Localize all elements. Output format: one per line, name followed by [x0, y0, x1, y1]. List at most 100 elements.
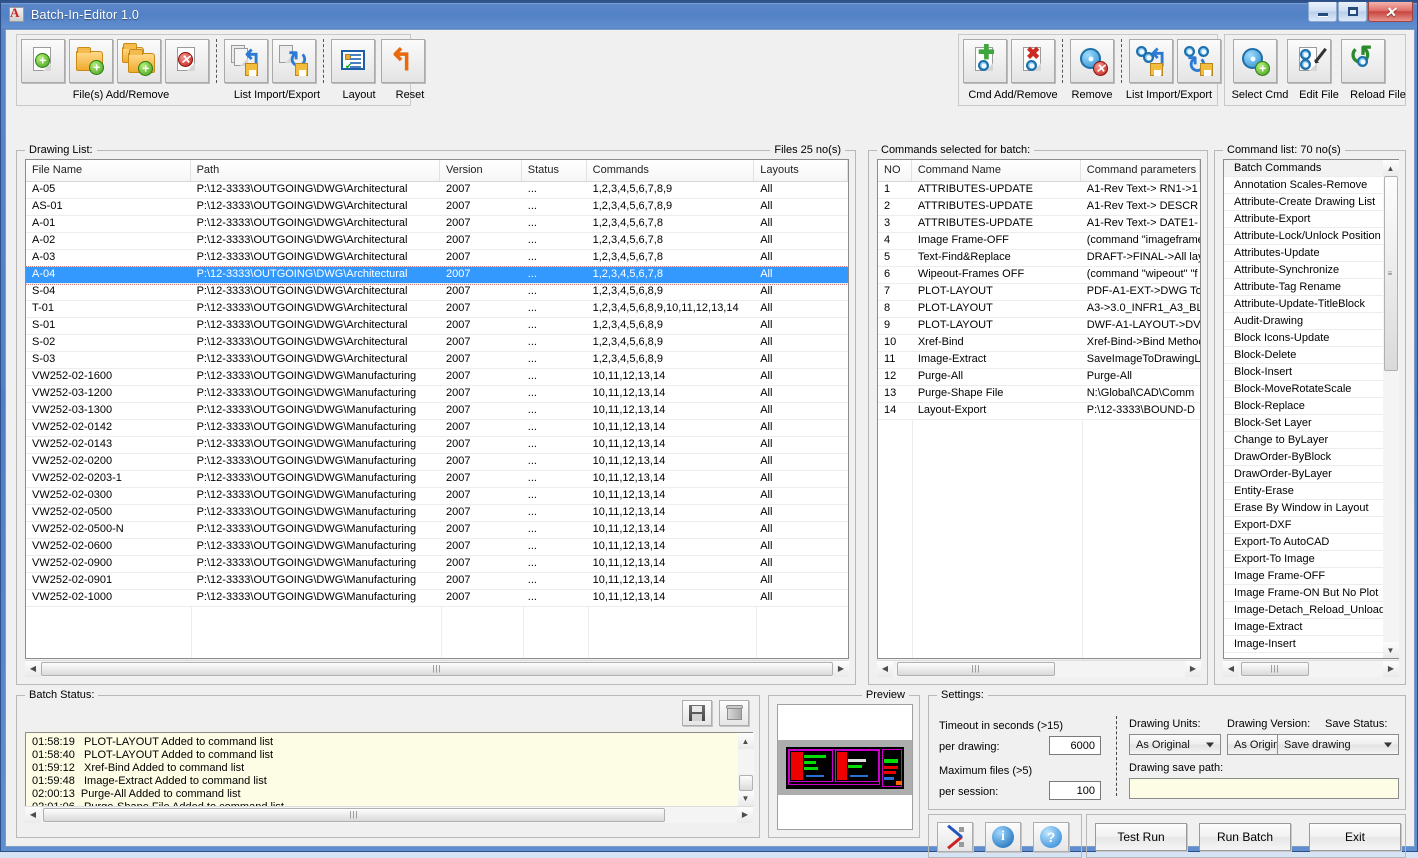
table-row[interactable]: VW252-02-0143 P:\12-3333\OUTGOING\DWG\Man…	[26, 437, 848, 454]
exit-button[interactable]: Exit	[1309, 823, 1401, 851]
save-status-select[interactable]: Save drawing	[1277, 734, 1399, 755]
scroll-down-icon[interactable]: ▼	[1382, 642, 1399, 658]
clear-log-button[interactable]	[719, 700, 749, 726]
edit-file-button[interactable]	[1287, 39, 1331, 83]
scroll-down-icon-2[interactable]: ▼	[737, 790, 754, 806]
table-row[interactable]: 6 Wipeout-Frames OFF (command "wipeout" "f	[878, 267, 1200, 284]
table-row[interactable]: S-01 P:\12-3333\OUTGOING\DWG\Architectura…	[26, 318, 848, 335]
test-run-button[interactable]: Test Run	[1095, 823, 1187, 851]
info-button[interactable]: i	[985, 822, 1021, 852]
list-item[interactable]: Attribute-Update-TitleBlock	[1224, 296, 1398, 313]
list-item[interactable]: Attribute-Synchronize	[1224, 262, 1398, 279]
table-row[interactable]: VW252-02-0901 P:\12-3333\OUTGOING\DWG\Man…	[26, 573, 848, 590]
scroll-left-icon-2[interactable]: ◀	[877, 660, 893, 677]
drawing-list-column-header[interactable]: Layouts	[754, 160, 848, 181]
list-item[interactable]: Block-Replace	[1224, 398, 1398, 415]
drawing-list-column-header[interactable]: Path	[190, 160, 440, 181]
list-item[interactable]: DrawOrder-ByLayer	[1224, 466, 1398, 483]
batch-status-vscrollbar[interactable]: ▲ ▼	[737, 733, 754, 806]
cmd-remove-button[interactable]: ✖	[1011, 39, 1055, 83]
scroll-left-icon-3[interactable]: ◀	[1223, 660, 1239, 677]
close-button[interactable]: ✕	[1368, 2, 1413, 22]
list-item[interactable]: Attribute-Create Drawing List	[1224, 194, 1398, 211]
table-row[interactable]: VW252-03-1300 P:\12-3333\OUTGOING\DWG\Man…	[26, 403, 848, 420]
list-item[interactable]: Block-Set Layer	[1224, 415, 1398, 432]
table-row[interactable]: VW252-02-0200 P:\12-3333\OUTGOING\DWG\Man…	[26, 454, 848, 471]
list-item[interactable]: Block-Insert	[1224, 364, 1398, 381]
scroll-left-icon-4[interactable]: ◀	[25, 806, 41, 823]
drawing-list-column-header[interactable]: Status	[521, 160, 587, 181]
list-item[interactable]: Erase By Window in Layout	[1224, 500, 1398, 517]
cmd-list-import-button[interactable]: ↰	[1129, 39, 1173, 83]
table-row[interactable]: 1 ATTRIBUTES-UPDATE A1-Rev Text-> RN1->1	[878, 182, 1200, 199]
table-row[interactable]: VW252-02-0142 P:\12-3333\OUTGOING\DWG\Man…	[26, 420, 848, 437]
drawing-list-column-header[interactable]: Commands	[586, 160, 755, 181]
table-row[interactable]: VW252-02-0300 P:\12-3333\OUTGOING\DWG\Man…	[26, 488, 848, 505]
scroll-right-icon-4[interactable]: ▶	[737, 806, 753, 823]
drawing-list-body[interactable]: A-05 P:\12-3333\OUTGOING\DWG\Architectura…	[26, 182, 848, 658]
table-row[interactable]: 7 PLOT-LAYOUT PDF-A1-EXT->DWG To	[878, 284, 1200, 301]
maxfiles-input[interactable]: 100	[1049, 781, 1101, 800]
table-row[interactable]: A-01 P:\12-3333\OUTGOING\DWG\Architectura…	[26, 216, 848, 233]
batch-status-log[interactable]: 01:58:19 PLOT-LAYOUT Added to command li…	[25, 732, 753, 814]
list-item[interactable]: Attribute-Lock/Unlock Position	[1224, 228, 1398, 245]
list-item[interactable]: Block-MoveRotateScale	[1224, 381, 1398, 398]
list-export-button[interactable]: ↻	[272, 39, 316, 83]
scroll-up-icon-2[interactable]: ▲	[737, 733, 754, 749]
add-folders-button[interactable]: +	[117, 39, 161, 83]
table-row[interactable]: A-05 P:\12-3333\OUTGOING\DWG\Architectura…	[26, 182, 848, 199]
table-row[interactable]: 11 Image-Extract SaveImageToDrawingL	[878, 352, 1200, 369]
list-item[interactable]: Entity-Erase	[1224, 483, 1398, 500]
commands-batch-column-header[interactable]: Command Name	[911, 160, 1081, 181]
drawing-units-select[interactable]: As Original	[1129, 734, 1221, 755]
remove-file-button[interactable]: ✕	[165, 39, 209, 83]
command-list-listbox[interactable]: Batch Commands Annotation Scales-Remove At…	[1223, 159, 1399, 659]
list-item[interactable]: Export-DXF	[1224, 517, 1398, 534]
list-item[interactable]: Export-To Image	[1224, 551, 1398, 568]
table-row[interactable]: VW252-02-0500 P:\12-3333\OUTGOING\DWG\Man…	[26, 505, 848, 522]
table-row[interactable]: VW252-02-0203-1 P:\12-3333\OUTGOING\DWG\M…	[26, 471, 848, 488]
table-row[interactable]: S-02 P:\12-3333\OUTGOING\DWG\Architectura…	[26, 335, 848, 352]
preview-canvas[interactable]	[777, 704, 913, 830]
batch-status-hscrollbar[interactable]: ◀ ||| ▶	[25, 806, 753, 823]
list-item[interactable]: Change to ByLayer	[1224, 432, 1398, 449]
cmd-add-button[interactable]: ✚	[963, 39, 1007, 83]
drawing-list-column-header[interactable]: File Name	[26, 160, 191, 181]
table-row[interactable]: 13 Purge-Shape File N:\Global\CAD\Comm	[878, 386, 1200, 403]
table-row[interactable]: VW252-02-0900 P:\12-3333\OUTGOING\DWG\Man…	[26, 556, 848, 573]
add-folder-button[interactable]: +	[69, 39, 113, 83]
table-row[interactable]: 12 Purge-All Purge-All	[878, 369, 1200, 386]
table-row[interactable]: 3 ATTRIBUTES-UPDATE A1-Rev Text-> DATE1-	[878, 216, 1200, 233]
list-item[interactable]: Image Frame-OFF	[1224, 568, 1398, 585]
list-item[interactable]: Block-Delete	[1224, 347, 1398, 364]
table-row[interactable]: VW252-02-1600 P:\12-3333\OUTGOING\DWG\Man…	[26, 369, 848, 386]
commands-batch-hscrollbar[interactable]: ◀ ||| ▶	[877, 660, 1201, 677]
reload-file-button[interactable]: ↺	[1341, 39, 1385, 83]
table-row[interactable]: T-01 P:\12-3333\OUTGOING\DWG\Architectura…	[26, 301, 848, 318]
command-list-vscrollbar[interactable]: ▲ ≡ ▼	[1382, 160, 1399, 658]
list-item[interactable]: Block Icons-Update	[1224, 330, 1398, 347]
remove-button[interactable]: ✕	[1070, 39, 1114, 83]
maximize-button[interactable]	[1338, 2, 1367, 22]
tools-button[interactable]	[937, 822, 973, 852]
commands-batch-column-header[interactable]: Command parameters	[1080, 160, 1200, 181]
table-empty-area[interactable]	[878, 420, 1200, 658]
minimize-button[interactable]	[1308, 2, 1337, 22]
table-row[interactable]: A-03 P:\12-3333\OUTGOING\DWG\Architectura…	[26, 250, 848, 267]
table-row[interactable]: 2 ATTRIBUTES-UPDATE A1-Rev Text-> DESCR	[878, 199, 1200, 216]
table-row[interactable]: S-04 P:\12-3333\OUTGOING\DWG\Architectura…	[26, 284, 848, 301]
cmd-list-export-button[interactable]: ↻	[1177, 39, 1221, 83]
table-row[interactable]: S-03 P:\12-3333\OUTGOING\DWG\Architectura…	[26, 352, 848, 369]
list-item[interactable]: Batch Commands	[1224, 160, 1398, 177]
scroll-right-icon[interactable]: ▶	[833, 660, 849, 677]
list-item[interactable]: Attribute-Tag Rename	[1224, 279, 1398, 296]
list-item[interactable]: Image-Insert	[1224, 636, 1398, 653]
table-row[interactable]: 9 PLOT-LAYOUT DWF-A1-LAYOUT->DV	[878, 318, 1200, 335]
table-row[interactable]: VW252-02-0600 P:\12-3333\OUTGOING\DWG\Man…	[26, 539, 848, 556]
list-item[interactable]: Attributes-Update	[1224, 245, 1398, 262]
table-row[interactable]: 8 PLOT-LAYOUT A3->3.0_INFR1_A3_BL	[878, 301, 1200, 318]
list-item[interactable]: Attribute-Export	[1224, 211, 1398, 228]
scroll-right-icon-3[interactable]: ▶	[1383, 660, 1399, 677]
select-cmd-button[interactable]: +	[1233, 39, 1277, 83]
reset-button[interactable]: ↰	[381, 39, 425, 83]
